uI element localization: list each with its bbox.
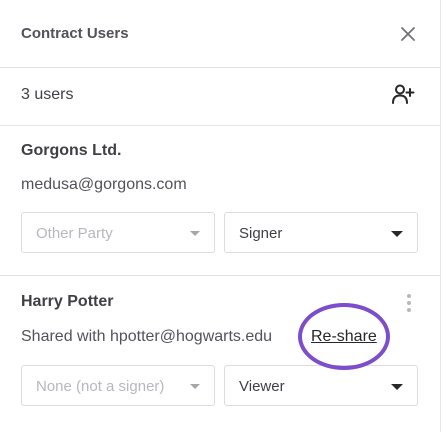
contract-users-panel: Contract Users 3 users Gorgons Ltd. medu…	[0, 0, 441, 432]
highlight-ring	[298, 303, 390, 370]
chevron-down-icon	[391, 384, 403, 390]
user-count-row: 3 users	[0, 68, 440, 126]
add-user-icon[interactable]	[391, 82, 415, 106]
chevron-down-icon	[190, 231, 200, 236]
party-select[interactable]: None (not a signer)	[21, 365, 215, 406]
role-select[interactable]: Viewer	[224, 365, 418, 406]
more-options-icon[interactable]	[405, 293, 415, 313]
close-icon[interactable]	[399, 25, 417, 43]
party-select-value: None (not a signer)	[36, 378, 165, 395]
role-select[interactable]: Signer	[224, 212, 418, 253]
panel-header: Contract Users	[0, 0, 440, 68]
user-name: Harry Potter	[21, 293, 114, 310]
party-select-value: Other Party	[36, 225, 113, 242]
role-select-value: Viewer	[239, 378, 285, 395]
shared-with-text: Shared with hpotter@hogwarts.edu	[21, 328, 273, 345]
chevron-down-icon	[190, 384, 200, 389]
user-card: Gorgons Ltd. medusa@gorgons.com Other Pa…	[0, 126, 440, 276]
role-select-value: Signer	[239, 225, 283, 242]
party-select[interactable]: Other Party	[21, 212, 215, 253]
user-count: 3 users	[21, 86, 74, 103]
chevron-down-icon	[391, 231, 403, 237]
panel-title: Contract Users	[21, 25, 129, 42]
user-name: Gorgons Ltd.	[21, 142, 122, 159]
user-email: medusa@gorgons.com	[21, 176, 187, 193]
